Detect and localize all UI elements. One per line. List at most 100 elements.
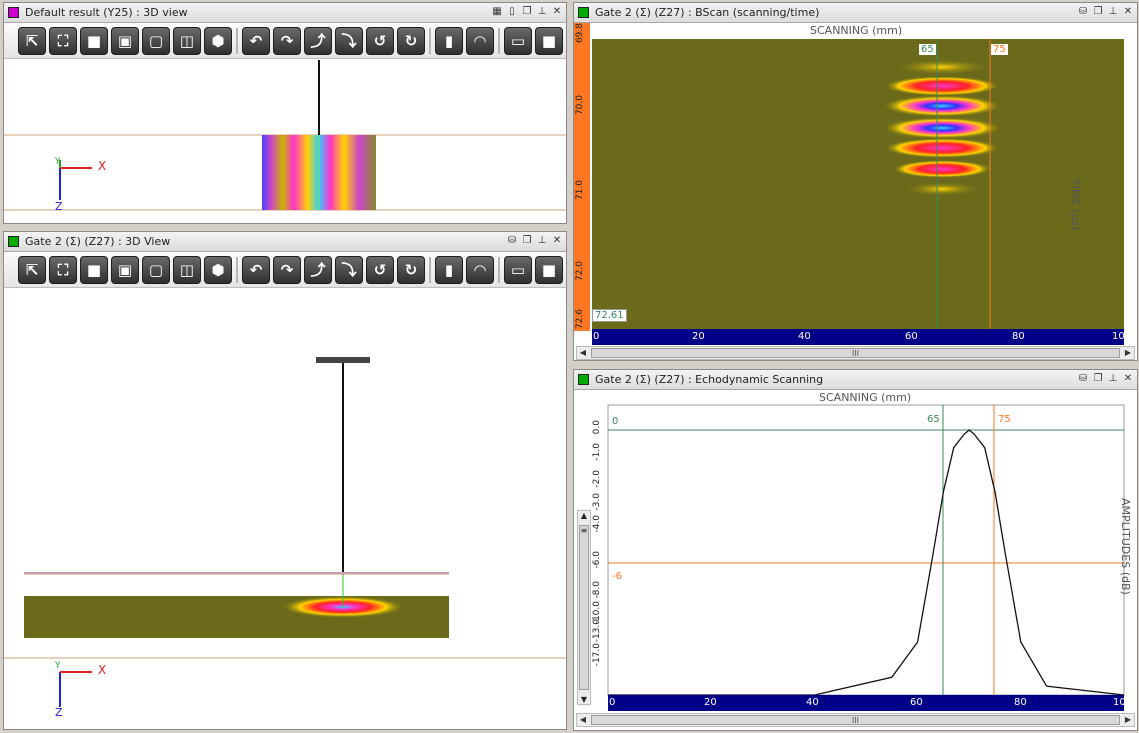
box-solid-icon[interactable]: ■ [535,26,563,55]
rotate-cw-icon[interactable]: ↻ [397,255,425,284]
side-cube-icon[interactable]: ▣ [111,26,139,55]
pin-icon[interactable]: ⊥ [536,234,548,248]
rotate-left-icon[interactable]: ↶ [242,255,270,284]
titlebar[interactable]: Gate 2 (Σ) (Z27) : BScan (scanning/time)… [574,3,1137,23]
close-icon[interactable]: ✕ [1122,5,1134,19]
bscan-plot[interactable] [574,23,1138,361]
wire-cube-icon[interactable]: ▢ [142,26,170,55]
wire-cube-icon[interactable]: ▢ [142,255,170,284]
pin-icon[interactable]: ⊥ [536,5,548,19]
gate-color-swatch [578,374,589,385]
protractor-icon[interactable]: ◠ [466,255,494,284]
close-icon[interactable]: ✕ [551,234,563,248]
x-tick: 10 [1112,331,1125,342]
protractor-icon[interactable]: ◠ [466,26,494,55]
echodynamic-chart[interactable] [574,390,1138,731]
3d-viewport[interactable]: X Y Z [4,60,566,223]
horizontal-scrollbar[interactable]: ◀ III ▶ [576,713,1135,727]
box-solid-icon[interactable]: ■ [535,255,563,284]
horizontal-splitter[interactable] [3,225,567,228]
titlebar[interactable]: Default result (Y25) : 3D view ▦ ▯ ❐ ⊥ ✕ [4,3,566,23]
scroll-left-icon[interactable]: ◀ [577,714,589,726]
close-icon[interactable]: ✕ [551,5,563,19]
snapshot-icon[interactable]: ▦ [491,5,503,19]
rotate-ccw-icon[interactable]: ↺ [366,255,394,284]
scroll-right-icon[interactable]: ▶ [1122,347,1134,359]
fit-view-icon[interactable]: ⛶ [49,255,77,284]
cursor-b-label: 75 [991,44,1008,55]
titlebar[interactable]: Gate 2 (Σ) (Z27) : Echodynamic Scanning … [574,370,1137,390]
panel-3d-default: Default result (Y25) : 3D view ▦ ▯ ❐ ⊥ ✕… [3,2,567,224]
database-icon[interactable]: ⛁ [1077,372,1089,386]
y-tick: -1.0 [592,443,602,461]
panel-title: Gate 2 (Σ) (Z27) : BScan (scanning/time) [595,6,820,19]
vertical-panel-splitter[interactable] [573,363,1138,366]
iso-cube-icon[interactable]: ⬢ [204,26,232,55]
horizontal-scrollbar[interactable]: ◀ III ▶ [576,346,1135,360]
3d-scene [4,357,566,707]
select-arrow-icon[interactable]: ⇱ [18,255,46,284]
gate-color-swatch [8,236,19,247]
rotate-up-icon[interactable]: ⤴ [304,255,332,284]
select-arrow-icon[interactable]: ⇱ [18,26,46,55]
rotate-down-icon[interactable]: ⤵ [335,255,363,284]
document-icon[interactable]: ▯ [506,5,518,19]
y-axis-label: Y [55,661,61,671]
pin-icon[interactable]: ⊥ [1107,5,1119,19]
scroll-right-icon[interactable]: ▶ [1122,714,1134,726]
rotate-down-icon[interactable]: ⤵ [335,26,363,55]
z-axis-label: Z [55,706,63,719]
x-tick: 40 [798,331,811,342]
front-cube-icon[interactable]: ■ [80,26,108,55]
restore-icon[interactable]: ❐ [521,5,533,19]
rotate-cw-icon[interactable]: ↻ [397,26,425,55]
bscan-y-ticks: 69.8 70.0 71.0 72.0 72.6 [574,23,590,331]
x-axis-title: SCANNING (mm) [810,24,903,37]
titlebar[interactable]: Gate 2 (Σ) (Z27) : 3D View ⛁ ❐ ⊥ ✕ [4,232,566,252]
y-tick: -4.0 [592,515,602,533]
rotate-ccw-icon[interactable]: ↺ [366,26,394,55]
x-tick: 40 [806,697,819,708]
rotate-right-icon[interactable]: ↷ [273,26,301,55]
close-icon[interactable]: ✕ [1122,372,1134,386]
ref-zero-label: 0 [612,416,619,427]
cursor-a-label: 65 [919,44,936,55]
cursor-a-label: 65 [927,414,940,425]
rotate-left-icon[interactable]: ↶ [242,26,270,55]
ruler-icon[interactable]: ▮ [435,26,463,55]
3d-viewport[interactable]: X Y Z [4,289,566,729]
wire-cube-2-icon[interactable]: ◫ [173,255,201,284]
rotate-up-icon[interactable]: ⤴ [304,26,332,55]
probe-head [316,357,370,363]
scroll-thumb[interactable]: III [591,715,1120,725]
y-tick: -13.0 [592,619,602,643]
y-tick: -3.0 [592,493,602,511]
scroll-thumb[interactable]: III [591,348,1120,358]
box-outline-icon[interactable]: ▭ [504,255,532,284]
echo-x-ticks: 0 20 40 60 80 10 [608,697,1126,711]
database-icon[interactable]: ⛁ [506,234,518,248]
x-tick: 20 [692,331,705,342]
front-cube-icon[interactable]: ■ [80,255,108,284]
ruler-icon[interactable]: ▮ [435,255,463,284]
panel-title: Gate 2 (Σ) (Z27) : Echodynamic Scanning [595,373,824,386]
restore-icon[interactable]: ❐ [1092,5,1104,19]
scroll-left-icon[interactable]: ◀ [577,347,589,359]
fit-view-icon[interactable]: ⛶ [49,26,77,55]
box-outline-icon[interactable]: ▭ [504,26,532,55]
wire-cube-2-icon[interactable]: ◫ [173,26,201,55]
panel-title: Default result (Y25) : 3D view [25,6,188,19]
restore-icon[interactable]: ❐ [1092,372,1104,386]
y-tick: 0.0 [592,420,602,435]
side-cube-icon[interactable]: ▣ [111,255,139,284]
3d-scene [4,60,566,211]
z-axis-label: Z [55,200,63,213]
panel-title: Gate 2 (Σ) (Z27) : 3D View [25,235,171,248]
pin-icon[interactable]: ⊥ [1107,372,1119,386]
iso-cube-icon[interactable]: ⬢ [204,255,232,284]
readout-value: 72.61 [592,309,627,322]
y-axis-title: AMPLITUDES (dB) [1119,498,1132,595]
rotate-right-icon[interactable]: ↷ [273,255,301,284]
restore-icon[interactable]: ❐ [521,234,533,248]
database-icon[interactable]: ⛁ [1077,5,1089,19]
